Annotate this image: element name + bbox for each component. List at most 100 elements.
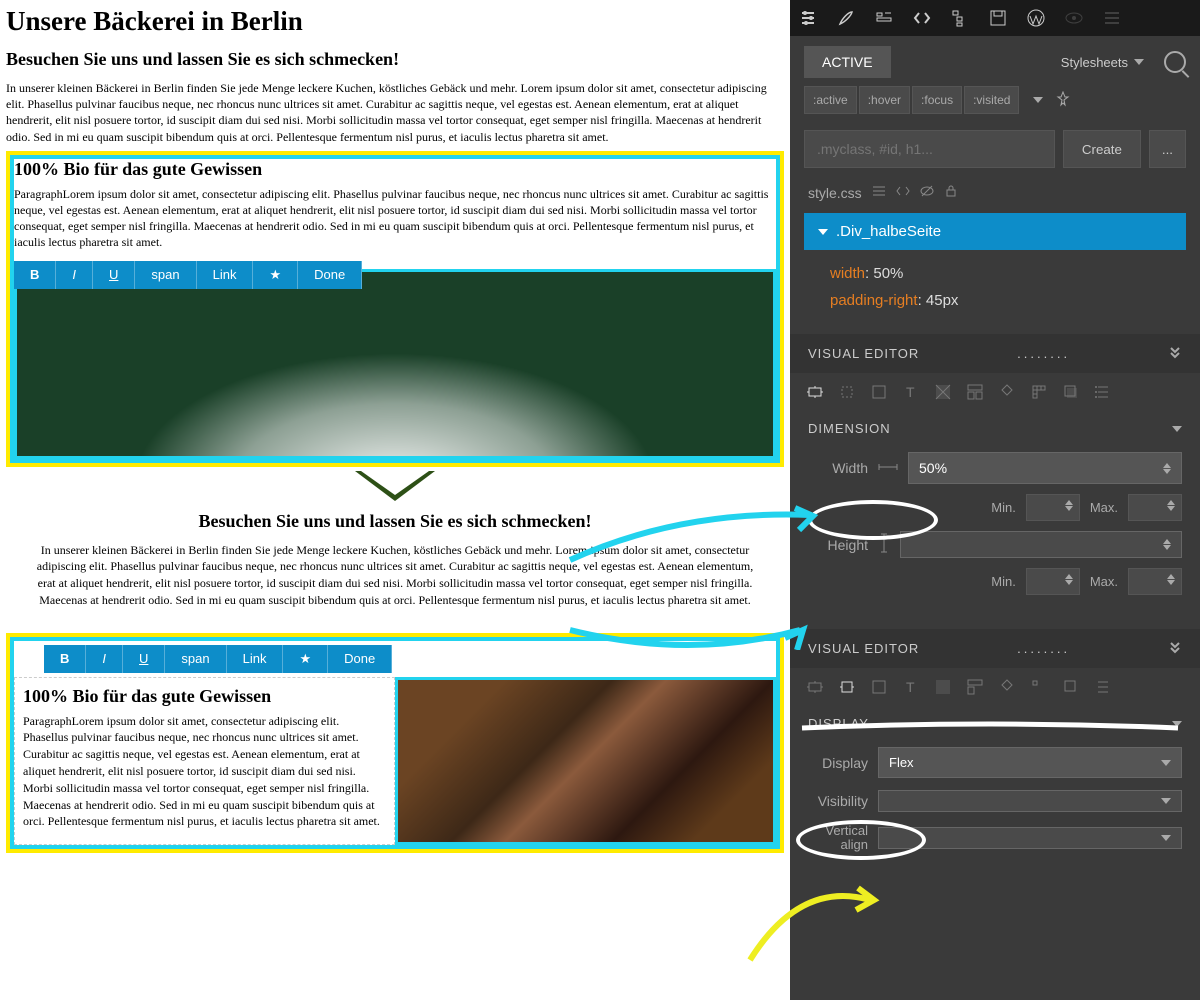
visual-editor-header-2[interactable]: VISUAL EDITOR ........ [790,629,1200,668]
pseudo-visited[interactable]: :visited [964,86,1019,114]
svg-text:T: T [906,384,915,400]
pseudo-hover[interactable]: :hover [859,86,910,114]
code-icon[interactable] [912,8,932,28]
transform-tool-icon[interactable] [996,676,1018,698]
text-tool-icon[interactable]: T [900,381,922,403]
selected-block-1[interactable]: 100% Bio für das gute Gewissen Paragraph… [6,151,784,467]
shadow-tool-icon[interactable] [1060,381,1082,403]
chevron-double-down-icon [1168,640,1182,657]
width-min-input[interactable] [1026,494,1080,521]
link-button[interactable]: Link [197,261,254,289]
span-button[interactable]: span [135,261,196,289]
centered-heading: Besuchen Sie uns und lassen Sie es sich … [36,511,754,532]
centered-section: Besuchen Sie uns und lassen Sie es sich … [6,501,784,625]
tab-row: ACTIVE Stylesheets [790,36,1200,78]
brush-icon[interactable] [836,8,856,28]
bold-button[interactable]: B [14,261,56,289]
underline-button[interactable]: U [93,261,135,289]
menu-icon[interactable] [1102,8,1122,28]
margin-tool-icon[interactable] [836,381,858,403]
css-properties: width: 50% padding-right: 45px [790,254,1200,320]
done-button[interactable]: Done [328,645,392,673]
chevron-down-icon[interactable] [1033,97,1043,103]
height-input[interactable] [900,531,1182,558]
shadow-tool-icon[interactable] [1060,676,1082,698]
inline-edit-toolbar: B I U span Link ★ Done [14,261,362,289]
background-tool-icon[interactable] [932,676,954,698]
link-button[interactable]: Link [227,645,284,673]
underline-button[interactable]: U [123,645,165,673]
list-tool-icon[interactable] [1092,676,1114,698]
code-small-icon [896,184,910,201]
settings-icon[interactable] [798,8,818,28]
display-row: Display Flex [790,741,1200,784]
selector-item[interactable]: .Div_halbeSeite [804,213,1186,250]
selector-input-row: Create ... [790,122,1200,176]
done-button[interactable]: Done [298,261,362,289]
border-tool-icon[interactable] [868,676,890,698]
list-tool-icon[interactable] [1092,381,1114,403]
css-sidebar: ACTIVE Stylesheets :active :hover :focus… [790,0,1200,1000]
grid-tool-icon[interactable] [1028,381,1050,403]
border-tool-icon[interactable] [868,381,890,403]
dimension-tool-icon[interactable] [804,381,826,403]
tab-stylesheets[interactable]: Stylesheets [1049,47,1156,78]
background-tool-icon[interactable] [932,381,954,403]
pseudo-active[interactable]: :active [804,86,857,114]
tree-icon[interactable] [950,8,970,28]
muffin-image[interactable] [395,677,776,846]
dimension-tool-icon[interactable] [804,676,826,698]
height-max-input[interactable] [1128,568,1182,595]
visual-editor-header[interactable]: VISUAL EDITOR ........ [790,334,1200,373]
page-preview: Unsere Bäckerei in Berlin Besuchen Sie u… [0,0,790,1000]
star-button[interactable]: ★ [283,645,328,673]
dandelion-image[interactable] [14,269,776,459]
centered-text: In unserer kleinen Bäckerei in Berlin fi… [36,542,754,609]
display-select[interactable]: Flex [878,747,1182,778]
star-button[interactable]: ★ [253,261,298,289]
span-button[interactable]: span [165,645,226,673]
eye-off-icon [920,184,934,201]
search-icon[interactable] [1164,51,1186,73]
chevron-down-icon [1134,59,1144,65]
chevron-double-down-icon [1168,345,1182,362]
layout-tool-icon[interactable] [964,381,986,403]
tab-active[interactable]: ACTIVE [804,46,891,78]
width-max-input[interactable] [1128,494,1182,521]
grid-tool-icon[interactable] [1028,676,1050,698]
display-tool-icon[interactable] [836,676,858,698]
text-tool-icon[interactable]: T [900,676,922,698]
display-label: Display [808,755,868,771]
italic-button[interactable]: I [86,645,123,673]
transform-tool-icon[interactable] [996,381,1018,403]
grid-icon[interactable] [874,8,894,28]
chevron-down-icon [1172,426,1182,432]
display-panel-header[interactable]: DISPLAY [790,706,1200,741]
css-prop-padding[interactable]: padding-right: 45px [830,287,1160,314]
width-indicator-icon [878,461,898,476]
tool-icon-row-1: T [790,373,1200,411]
pin-icon[interactable] [1055,91,1071,110]
page-title: Unsere Bäckerei in Berlin [6,6,784,37]
flex-half-text[interactable]: 100% Bio für das gute Gewissen Paragraph… [14,677,395,846]
selector-input[interactable] [804,130,1055,168]
create-button[interactable]: Create [1063,130,1141,168]
eye-icon[interactable] [1064,8,1084,28]
intro-paragraph: In unserer kleinen Bäckerei in Berlin fi… [6,80,784,145]
visibility-select[interactable] [878,790,1182,812]
italic-button[interactable]: I [56,261,93,289]
css-prop-width[interactable]: width: 50% [830,260,1160,287]
selected-block-2[interactable]: B I U span Link ★ Done 100% Bio für das … [6,633,784,854]
css-file-row[interactable]: style.css [790,176,1200,209]
pseudo-focus[interactable]: :focus [912,86,962,114]
save-icon[interactable] [988,8,1008,28]
bold-button[interactable]: B [44,645,86,673]
layout-tool-icon[interactable] [964,676,986,698]
wordpress-icon[interactable] [1026,8,1046,28]
dimension-panel-header[interactable]: DIMENSION [790,411,1200,446]
flex-heading: 100% Bio für das gute Gewissen [23,686,386,707]
more-button[interactable]: ... [1149,130,1186,168]
visibility-row: Visibility [790,784,1200,818]
width-input[interactable]: 50% [908,452,1182,484]
height-min-input[interactable] [1026,568,1080,595]
